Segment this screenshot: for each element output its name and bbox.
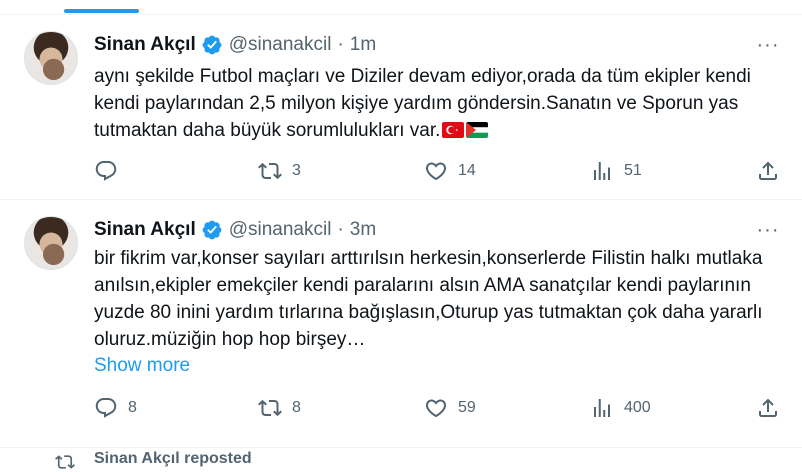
- more-options-button[interactable]: ···: [756, 218, 780, 241]
- reply-count: 8: [128, 399, 137, 416]
- like-count: 14: [458, 162, 476, 179]
- like-count: 59: [458, 399, 476, 416]
- repost-button[interactable]: 3: [258, 159, 301, 183]
- separator-dot: ·: [337, 219, 344, 240]
- separator-dot: ·: [337, 34, 344, 55]
- share-icon: [759, 161, 777, 180]
- avatar[interactable]: [24, 31, 78, 85]
- like-button[interactable]: 59: [424, 396, 476, 420]
- timestamp[interactable]: 3m: [350, 219, 376, 241]
- reply-button[interactable]: [94, 159, 128, 183]
- tweet-header: Sinan Akçıl @sinanakcil · 3m: [94, 218, 376, 242]
- repost-count: 3: [292, 162, 301, 179]
- more-icon: ···: [756, 33, 780, 56]
- views-count: 400: [624, 399, 651, 416]
- like-button[interactable]: 14: [424, 159, 476, 183]
- views-chart-icon: [594, 162, 610, 180]
- repost-notice: Sinan Akçıl reposted: [0, 448, 802, 469]
- reply-icon: [95, 398, 117, 418]
- repost-count: 8: [292, 399, 301, 416]
- timestamp[interactable]: 1m: [350, 34, 376, 56]
- tweet[interactable]: Sinan Akçıl @sinanakcil · 3m ··· bir fik…: [0, 200, 802, 448]
- views-button[interactable]: 400: [590, 396, 651, 420]
- share-button[interactable]: [756, 159, 780, 183]
- views-count: 51: [624, 162, 642, 179]
- views-button[interactable]: 51: [590, 159, 642, 183]
- repost-button[interactable]: 8: [258, 396, 301, 420]
- share-button[interactable]: [756, 396, 780, 420]
- author-name[interactable]: Sinan Akçıl: [94, 219, 196, 241]
- reply-icon: [95, 161, 117, 181]
- tweet-text: bir fikrim var,konser sayıları arttırıls…: [94, 245, 774, 353]
- repost-notice-text[interactable]: Sinan Akçıl reposted: [94, 450, 252, 468]
- show-more-link[interactable]: Show more: [94, 355, 190, 377]
- heart-icon: [425, 399, 447, 418]
- tweet-text-content: bir fikrim var,konser sayıları arttırıls…: [94, 248, 763, 350]
- author-handle[interactable]: @sinanakcil: [229, 34, 332, 56]
- tweet-text: aynı şekilde Futbol maçları ve Diziler d…: [94, 63, 774, 144]
- share-icon: [759, 398, 777, 417]
- verified-badge-icon[interactable]: [201, 34, 223, 56]
- repost-icon: [55, 455, 75, 469]
- avatar[interactable]: [24, 216, 78, 270]
- heart-icon: [425, 162, 447, 181]
- palestine-flag-icon: [466, 122, 489, 138]
- tweet[interactable]: Sinan Akçıl @sinanakcil · 1m ··· aynı şe…: [0, 15, 802, 200]
- more-icon: ···: [756, 218, 780, 241]
- tweet-text-content: aynı şekilde Futbol maçları ve Diziler d…: [94, 66, 751, 141]
- tweet-actions: 3 14 51: [94, 159, 784, 183]
- turkey-flag-icon: [442, 122, 465, 138]
- author-name[interactable]: Sinan Akçıl: [94, 34, 196, 56]
- repost-icon: [258, 162, 282, 180]
- tweet-header: Sinan Akçıl @sinanakcil · 1m: [94, 33, 376, 57]
- author-handle[interactable]: @sinanakcil: [229, 219, 332, 241]
- repost-icon: [258, 399, 282, 417]
- active-tab-indicator: [64, 9, 139, 13]
- more-options-button[interactable]: ···: [756, 33, 780, 56]
- verified-badge-icon[interactable]: [201, 219, 223, 241]
- views-chart-icon: [594, 399, 610, 417]
- reply-button[interactable]: 8: [94, 396, 137, 420]
- tweet-actions: 8 8 59 400: [94, 396, 784, 420]
